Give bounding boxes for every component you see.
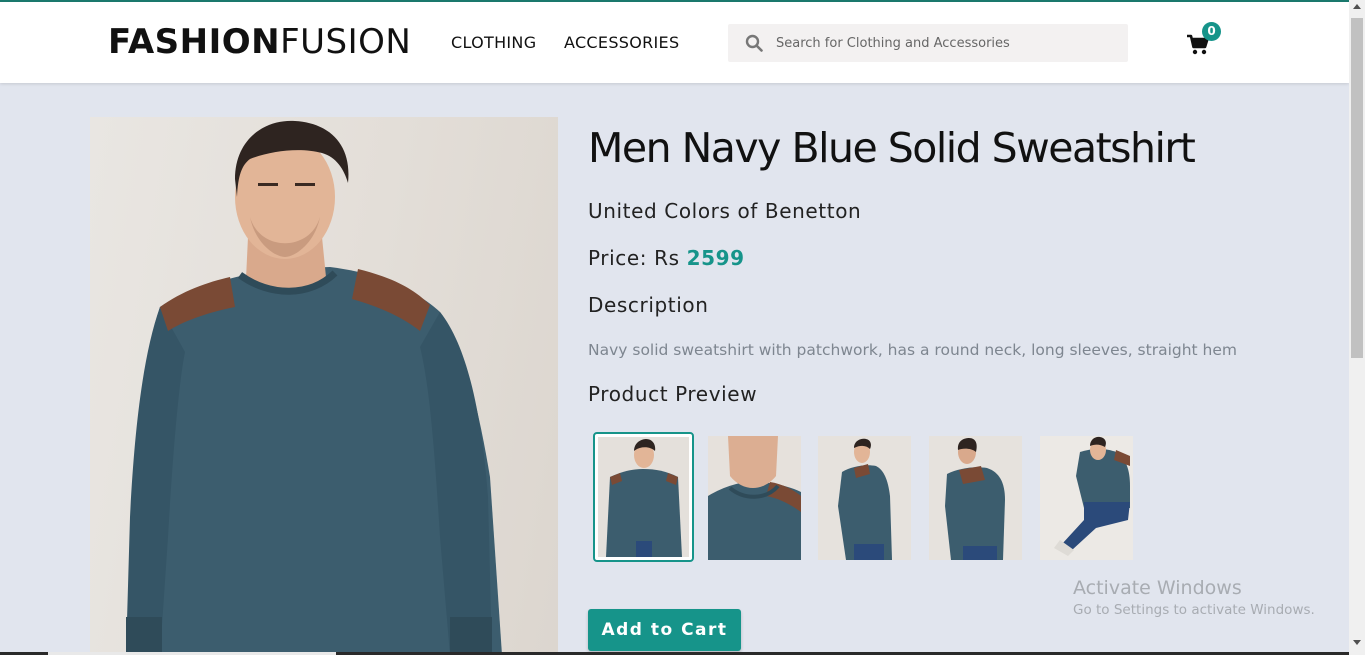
thumbnail-side-image — [818, 436, 911, 560]
cart-count-badge: 0 — [1202, 22, 1221, 41]
preview-heading: Product Preview — [588, 382, 758, 406]
price-label: Price: Rs — [588, 246, 680, 270]
nav-clothing[interactable]: CLOTHING — [451, 33, 536, 53]
thumbnail-front-image — [598, 437, 689, 557]
preview-thumbnail-2[interactable] — [708, 436, 801, 560]
model-illustration — [126, 120, 502, 655]
windows-activation-subtitle: Go to Settings to activate Windows. — [1073, 602, 1315, 618]
logo-bold-text: FASHION — [108, 22, 281, 62]
description-text: Navy solid sweatshirt with patchwork, ha… — [588, 341, 1238, 359]
site-header: FASHIONFUSION CLOTHING ACCESSORIES 0 — [0, 2, 1349, 83]
thumbnail-closeup-image — [708, 436, 801, 560]
product-price: Price: Rs 2599 — [588, 245, 745, 271]
windows-activation-title: Activate Windows — [1073, 577, 1242, 599]
thumbnail-back-image — [929, 436, 1022, 560]
product-brand: United Colors of Benetton — [588, 199, 862, 223]
site-logo[interactable]: FASHIONFUSION — [108, 22, 411, 62]
logo-light-text: FUSION — [280, 22, 412, 62]
page-scrollbar[interactable] — [1349, 0, 1365, 655]
nav-accessories[interactable]: ACCESSORIES — [564, 33, 679, 53]
preview-thumbnail-1[interactable] — [593, 432, 694, 562]
search-bar[interactable] — [728, 24, 1128, 62]
search-input[interactable] — [776, 33, 1116, 53]
preview-thumbnail-5[interactable] — [1040, 436, 1133, 560]
product-main-image — [90, 117, 558, 655]
thumbnail-seated-image — [1040, 436, 1133, 560]
preview-thumbnail-3[interactable] — [818, 436, 911, 560]
add-to-cart-button[interactable]: Add to Cart — [588, 609, 741, 651]
search-icon — [745, 34, 763, 52]
cart-button[interactable]: 0 — [1186, 22, 1222, 60]
scroll-down-arrow-icon[interactable] — [1353, 640, 1361, 645]
price-value: 2599 — [686, 246, 745, 270]
description-heading: Description — [588, 293, 709, 317]
product-title: Men Navy Blue Solid Sweatshirt — [588, 124, 1196, 172]
preview-thumbnail-4[interactable] — [929, 436, 1022, 560]
scroll-up-arrow-icon[interactable] — [1353, 4, 1361, 9]
scrollbar-thumb[interactable] — [1351, 18, 1363, 358]
